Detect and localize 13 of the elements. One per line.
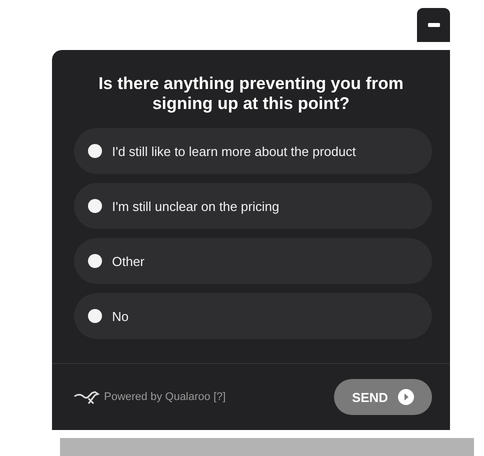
radio-button[interactable] — [88, 199, 102, 213]
radio-button[interactable] — [88, 309, 102, 323]
answer-option[interactable]: I'm still unclear on the pricing — [74, 183, 432, 229]
minimize-button[interactable] — [417, 8, 450, 42]
radio-button[interactable] — [88, 254, 102, 268]
answer-option[interactable]: I'd still like to learn more about the product — [74, 128, 432, 174]
play-icon — [398, 389, 414, 405]
answer-option[interactable]: No — [74, 293, 432, 339]
answer-option[interactable]: Other — [74, 238, 432, 284]
powered-by-link[interactable]: Powered by Qualaroo [?] — [104, 391, 226, 403]
survey-question: Is there anything preventing you from signing up at this point? — [97, 73, 405, 115]
radio-button[interactable] — [88, 144, 102, 158]
send-button[interactable]: SEND — [334, 379, 432, 415]
